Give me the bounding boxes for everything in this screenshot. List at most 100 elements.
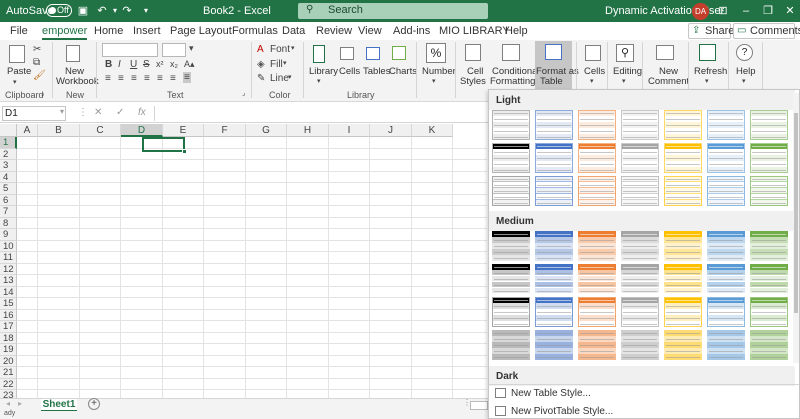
table-style-thumbnail[interactable] bbox=[535, 264, 573, 294]
conditional-formatting-label-2[interactable]: Formatting bbox=[490, 77, 535, 87]
column-header[interactable]: J bbox=[370, 124, 412, 137]
copy-icon[interactable]: ⧉ bbox=[33, 57, 40, 68]
column-header[interactable]: A bbox=[17, 124, 38, 137]
cell-styles-icon[interactable] bbox=[465, 44, 481, 61]
table-style-thumbnail[interactable] bbox=[492, 330, 530, 360]
font-color-icon[interactable]: A bbox=[257, 44, 264, 55]
insert-function-icon[interactable]: fx bbox=[138, 107, 146, 118]
table-style-thumbnail[interactable] bbox=[492, 176, 530, 206]
table-style-thumbnail[interactable] bbox=[707, 297, 745, 327]
paste-icon[interactable] bbox=[9, 45, 25, 63]
row-header[interactable]: 22 bbox=[0, 378, 17, 390]
cells-dropdown-icon[interactable]: ▾ bbox=[590, 77, 594, 85]
table-style-thumbnail[interactable] bbox=[707, 143, 745, 173]
formula-input[interactable] bbox=[154, 106, 484, 121]
row-header[interactable]: 1 bbox=[0, 137, 17, 149]
row-header[interactable]: 8 bbox=[0, 217, 17, 229]
column-header[interactable]: G bbox=[246, 124, 287, 137]
table-style-thumbnail[interactable] bbox=[621, 264, 659, 294]
table-style-thumbnail[interactable] bbox=[750, 330, 788, 360]
fill-label[interactable]: Fill bbox=[270, 59, 283, 70]
redo-icon[interactable]: ↷ bbox=[120, 4, 134, 18]
table-style-thumbnail[interactable] bbox=[492, 264, 530, 294]
table-style-thumbnail[interactable] bbox=[750, 110, 788, 140]
table-style-thumbnail[interactable] bbox=[535, 176, 573, 206]
line-icon[interactable]: ✎ bbox=[257, 73, 265, 84]
row-header[interactable]: 2 bbox=[0, 148, 17, 160]
new-table-style-item[interactable]: New Table Style... bbox=[495, 388, 591, 399]
enter-icon[interactable]: ✓ bbox=[116, 107, 124, 118]
fill-dropdown-icon[interactable]: ▾ bbox=[283, 59, 287, 67]
table-style-thumbnail[interactable] bbox=[621, 176, 659, 206]
paste-label[interactable]: Paste bbox=[7, 67, 31, 77]
gallery-scrollbar[interactable] bbox=[793, 93, 799, 363]
tab-page-layout[interactable]: Page Layout bbox=[170, 25, 232, 37]
help-dropdown-icon[interactable]: ▾ bbox=[742, 77, 746, 85]
row-header[interactable]: 21 bbox=[0, 367, 17, 379]
table-style-thumbnail[interactable] bbox=[707, 231, 745, 261]
tab-file[interactable]: File bbox=[10, 25, 28, 37]
table-style-thumbnail[interactable] bbox=[535, 330, 573, 360]
tab-formulas[interactable]: Formulas bbox=[232, 25, 278, 37]
fill-icon[interactable]: ◈ bbox=[257, 59, 265, 70]
row-header[interactable]: 14 bbox=[0, 286, 17, 298]
charts-label[interactable]: Charts bbox=[389, 67, 417, 77]
table-style-thumbnail[interactable] bbox=[707, 110, 745, 140]
refresh-dropdown-icon[interactable]: ▾ bbox=[705, 77, 709, 85]
table-style-thumbnail[interactable] bbox=[707, 330, 745, 360]
name-box[interactable]: D1 bbox=[2, 106, 66, 121]
clipboard-launcher-icon[interactable]: ⌟ bbox=[41, 89, 44, 97]
table-style-thumbnail[interactable] bbox=[664, 297, 702, 327]
comments-button[interactable]: ▭ Comments bbox=[733, 23, 800, 39]
row-header[interactable]: 12 bbox=[0, 263, 17, 275]
table-style-thumbnail[interactable] bbox=[750, 176, 788, 206]
line-label[interactable]: Line bbox=[270, 73, 289, 84]
tab-insert[interactable]: Insert bbox=[133, 25, 161, 37]
new-comment-label-2[interactable]: Comment bbox=[648, 77, 689, 87]
fill-handle[interactable] bbox=[182, 149, 187, 154]
paste-dropdown-icon[interactable]: ▾ bbox=[13, 78, 17, 86]
align-center-icon[interactable]: ≡ bbox=[118, 73, 124, 84]
text-launcher-icon[interactable]: ⌟ bbox=[242, 89, 245, 97]
table-style-thumbnail[interactable] bbox=[664, 143, 702, 173]
align-middle-icon[interactable]: ≡ bbox=[170, 73, 176, 84]
next-sheet-icon[interactable]: ▸ bbox=[18, 399, 22, 408]
table-style-thumbnail[interactable] bbox=[535, 110, 573, 140]
table-style-thumbnail[interactable] bbox=[664, 176, 702, 206]
table-style-thumbnail[interactable] bbox=[492, 231, 530, 261]
column-header[interactable]: K bbox=[412, 124, 453, 137]
font-name-combo[interactable] bbox=[102, 43, 158, 57]
search-box[interactable]: ⚲ Search bbox=[298, 3, 488, 19]
undo-icon[interactable]: ↶ bbox=[95, 4, 109, 18]
tab-help[interactable]: Help bbox=[505, 25, 528, 37]
prev-sheet-icon[interactable]: ◂ bbox=[6, 399, 10, 408]
justify-icon[interactable]: ≡ bbox=[144, 73, 150, 84]
minimize-icon[interactable]: – bbox=[737, 3, 755, 19]
italic-icon[interactable]: I bbox=[118, 59, 121, 70]
row-header[interactable]: 11 bbox=[0, 252, 17, 264]
format-as-table-button[interactable]: Format as Table bbox=[535, 41, 579, 89]
font-size-combo[interactable] bbox=[162, 43, 186, 57]
cells-label[interactable]: Cells bbox=[584, 67, 605, 77]
active-cell-d1[interactable] bbox=[142, 137, 187, 154]
editing-dropdown-icon[interactable]: ▾ bbox=[622, 77, 626, 85]
subscript-icon[interactable]: x₂ bbox=[170, 59, 178, 69]
new-comment-icon[interactable] bbox=[656, 45, 674, 60]
table-style-thumbnail[interactable] bbox=[707, 264, 745, 294]
new-workbook-label-2[interactable]: Workbook bbox=[56, 77, 99, 87]
underline-icon[interactable]: U bbox=[130, 59, 137, 70]
tab-mio-library[interactable]: MIO LIBRARY bbox=[439, 25, 510, 37]
row-header[interactable]: 18 bbox=[0, 332, 17, 344]
table-style-thumbnail[interactable] bbox=[664, 110, 702, 140]
row-header[interactable]: 3 bbox=[0, 160, 17, 172]
table-style-thumbnail[interactable] bbox=[621, 110, 659, 140]
column-header[interactable]: H bbox=[287, 124, 329, 137]
customize-toolbar-icon[interactable]: ▾ bbox=[139, 4, 153, 18]
table-style-thumbnail[interactable] bbox=[535, 297, 573, 327]
tab-home[interactable]: Home bbox=[94, 25, 123, 37]
refresh-icon[interactable] bbox=[699, 44, 716, 61]
table-style-thumbnail[interactable] bbox=[664, 264, 702, 294]
row-header[interactable]: 19 bbox=[0, 344, 17, 356]
row-header[interactable]: 16 bbox=[0, 309, 17, 321]
table-style-thumbnail[interactable] bbox=[707, 176, 745, 206]
